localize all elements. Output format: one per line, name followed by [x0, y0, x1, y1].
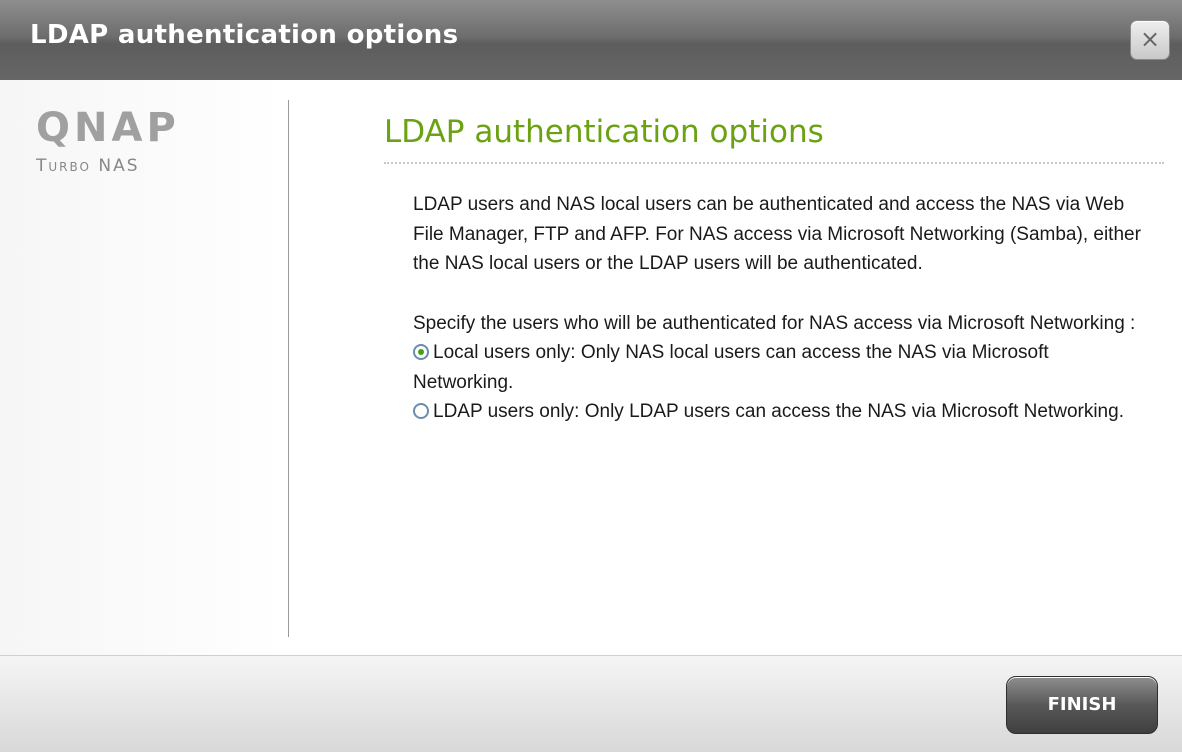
footer-bar: [0, 655, 1182, 752]
intro-text: LDAP users and NAS local users can be au…: [413, 194, 1141, 274]
window-title: LDAP authentication options: [30, 20, 459, 50]
specify-text: Specify the users who will be authentica…: [413, 312, 1136, 334]
ldap-options-dialog: LDAP authentication options × QNAP Turbo…: [0, 0, 1182, 752]
close-button[interactable]: ×: [1130, 20, 1170, 60]
close-icon: ×: [1139, 25, 1161, 53]
content-header: LDAP authentication options: [384, 108, 1164, 164]
option-local-users[interactable]: Local users only: Only NAS local users c…: [413, 338, 1153, 397]
sidebar-divider: [288, 100, 289, 637]
page-title: LDAP authentication options: [384, 114, 824, 150]
heading-divider: [384, 162, 1164, 164]
finish-button[interactable]: FINISH: [1006, 676, 1158, 734]
option-ldap-users-label[interactable]: LDAP users only: Only LDAP users can acc…: [433, 401, 1124, 422]
radio-ldap-users[interactable]: [413, 403, 429, 419]
qnap-logo: QNAP Turbo NAS: [36, 108, 180, 176]
logo-subtitle: Turbo NAS: [36, 156, 140, 176]
option-local-users-label[interactable]: Local users only: Only NAS local users c…: [413, 342, 1049, 393]
radio-local-users[interactable]: [413, 344, 429, 360]
title-bar[interactable]: LDAP authentication options ×: [0, 0, 1182, 80]
option-ldap-users[interactable]: LDAP users only: Only LDAP users can acc…: [413, 397, 1153, 427]
logo-brand: QNAP: [36, 105, 180, 151]
content-body: LDAP users and NAS local users can be au…: [413, 190, 1153, 427]
